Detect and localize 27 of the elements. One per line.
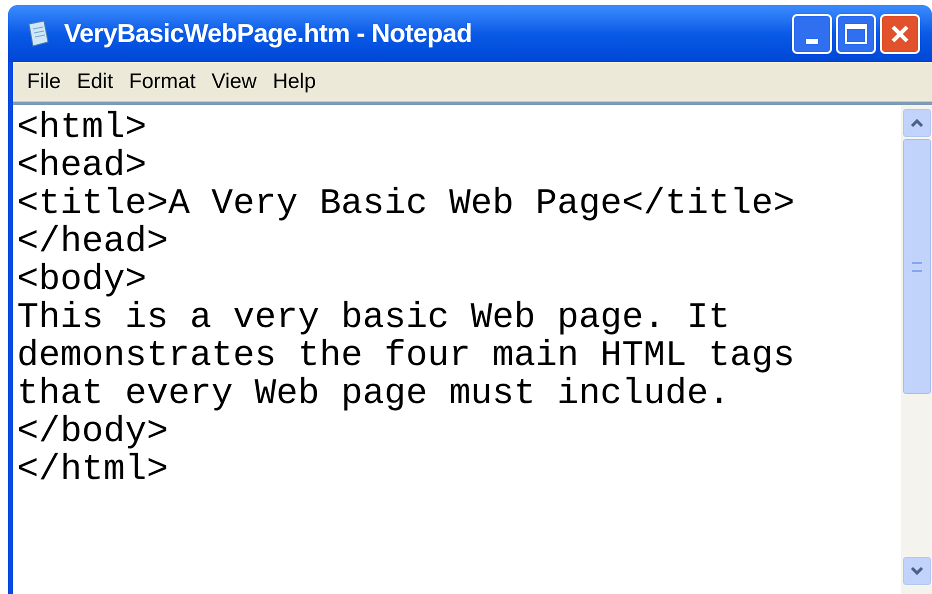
- code-line: <html>: [17, 109, 147, 147]
- code-line: </body>: [17, 413, 168, 451]
- close-icon: [889, 22, 911, 44]
- close-button[interactable]: [880, 14, 920, 54]
- menu-item[interactable]: Format: [123, 66, 202, 98]
- chevron-up-icon: [910, 118, 924, 128]
- chevron-down-icon: [910, 566, 924, 576]
- menu-item[interactable]: File: [21, 66, 67, 98]
- code-line: <body>: [17, 261, 147, 299]
- code-line: </head>: [17, 223, 168, 261]
- minimize-button[interactable]: [792, 14, 832, 54]
- menu-item[interactable]: Help: [266, 66, 322, 98]
- notepad-icon: [26, 20, 50, 48]
- code-line: that every Web page must include.: [17, 375, 730, 413]
- code-line: </html>: [17, 451, 168, 489]
- menu-item[interactable]: View: [206, 66, 263, 98]
- code-line: <title>A Very Basic Web Page</title>: [17, 185, 795, 223]
- maximize-button[interactable]: [836, 14, 876, 54]
- code-line: <head>: [17, 147, 147, 185]
- code-line: This is a very basic Web page. It: [17, 299, 730, 337]
- scroll-down-button[interactable]: [902, 557, 930, 585]
- window-title: VeryBasicWebPage.htm - Notepad: [64, 17, 472, 50]
- menu-item[interactable]: Edit: [70, 66, 120, 98]
- scroll-thumb[interactable]: [902, 139, 930, 394]
- code-line: demonstrates the four main HTML tags: [17, 337, 795, 375]
- scroll-up-button[interactable]: [902, 109, 930, 137]
- scrollbar[interactable]: [901, 105, 932, 594]
